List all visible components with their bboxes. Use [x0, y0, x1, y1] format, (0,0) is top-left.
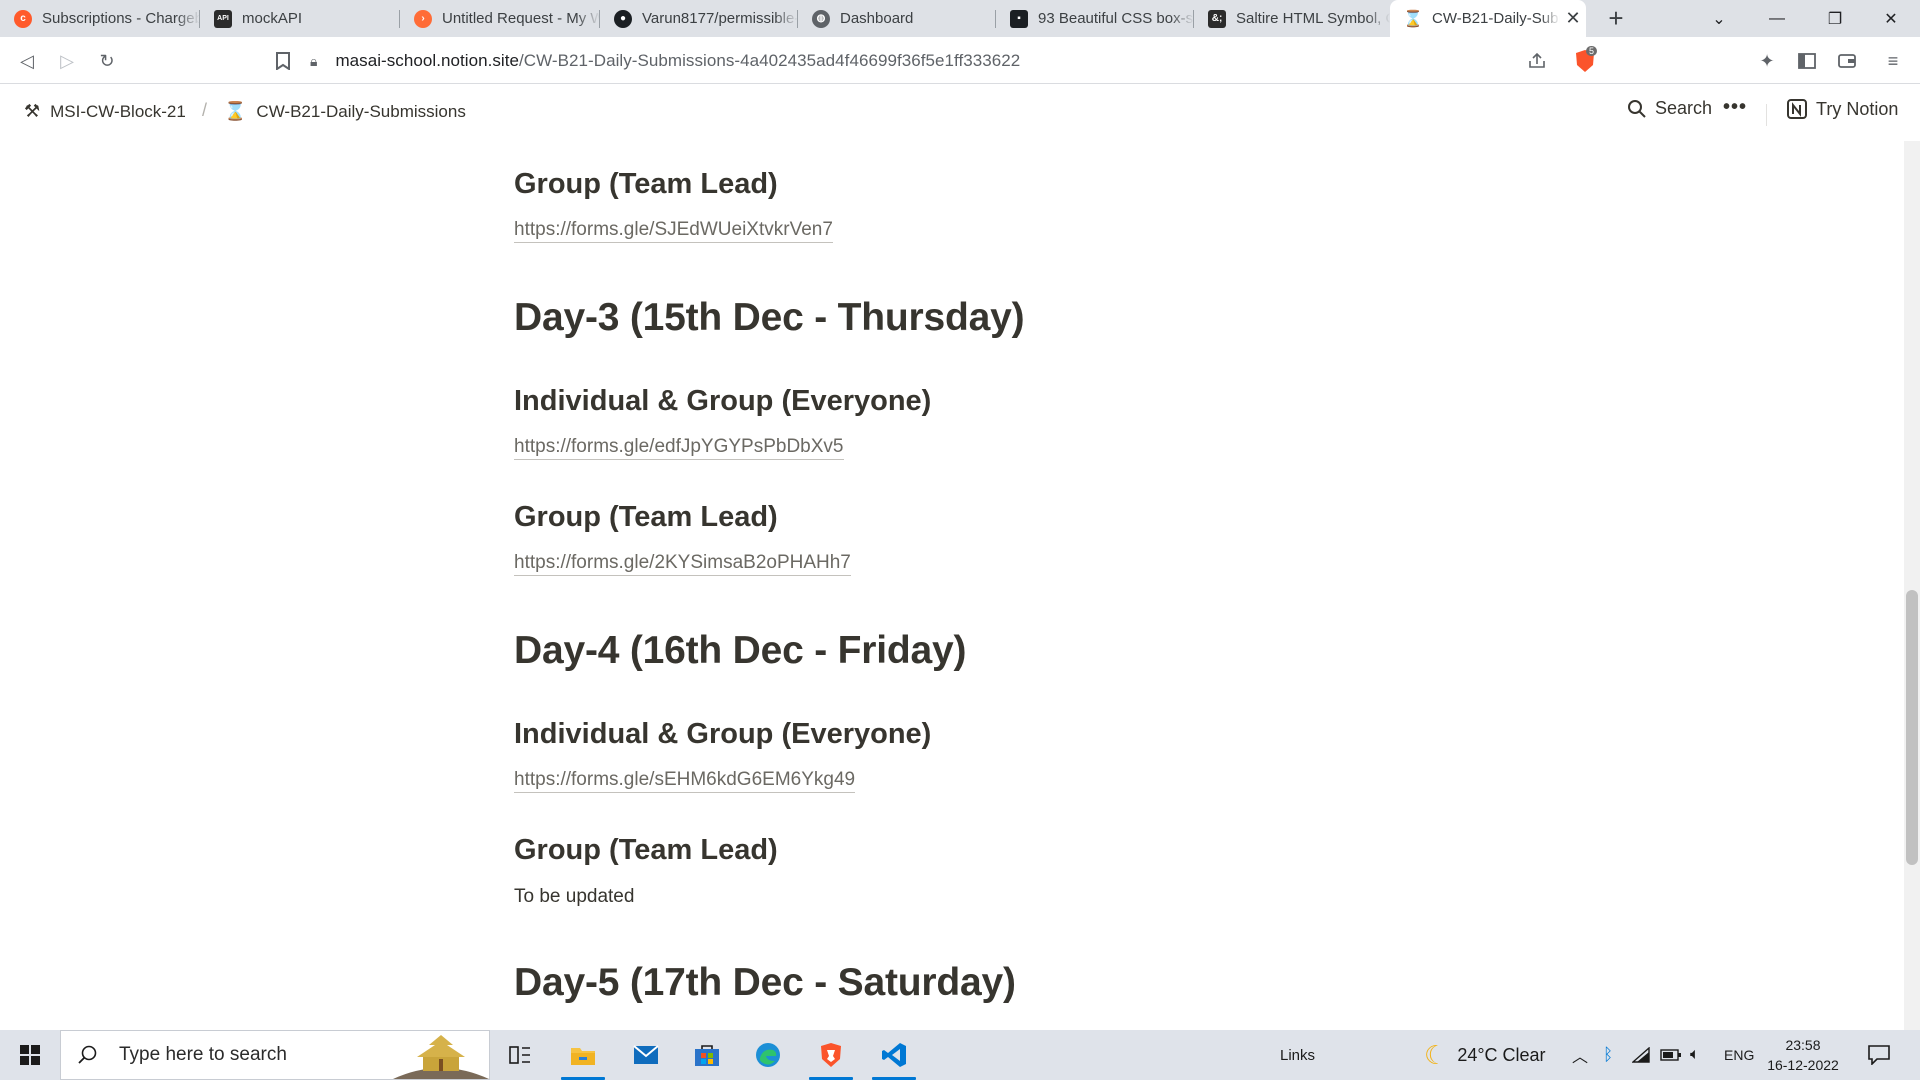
breadcrumb-separator: /	[202, 100, 208, 120]
tab-search-chevron-icon[interactable]: ⌄	[1690, 0, 1748, 37]
mockapi-icon: API	[214, 9, 232, 28]
brave-shields-icon[interactable]: 5	[1570, 46, 1600, 76]
browser-tab[interactable]: › Untitled Request - My Workspace	[400, 0, 600, 37]
status-text: To be updated	[514, 886, 635, 907]
browser-tab-strip: c Subscriptions - Chargebee API mockAPI …	[0, 0, 1920, 37]
browser-tab[interactable]: c Subscriptions - Chargebee	[0, 0, 200, 37]
brave-browser-icon[interactable]	[801, 1030, 861, 1080]
form-link[interactable]: https://forms.gle/edfJpYGYPsPbDbXv5	[514, 436, 844, 460]
breadcrumb-item-workspace[interactable]: ⚒ MSI-CW-Block-21	[24, 101, 186, 122]
notifications-icon[interactable]	[1868, 1030, 1890, 1080]
github-icon: ●	[614, 9, 632, 28]
search-icon	[78, 1045, 97, 1064]
microsoft-store-icon[interactable]	[677, 1030, 737, 1080]
postman-icon: ›	[414, 9, 432, 28]
minimize-icon[interactable]: —	[1748, 0, 1806, 37]
globe-icon: ◍	[812, 9, 830, 28]
wallet-icon[interactable]	[1832, 46, 1862, 76]
back-icon[interactable]: ◁	[12, 46, 42, 76]
browser-tab[interactable]: ● Varun8177/permissible-cook	[600, 0, 798, 37]
restore-icon[interactable]: ❐	[1806, 0, 1864, 37]
sidebar-icon[interactable]	[1792, 46, 1822, 76]
topbar-divider	[1766, 104, 1767, 126]
mail-icon[interactable]	[616, 1030, 676, 1080]
tab-close-icon[interactable]: ✕	[1560, 8, 1586, 29]
heading-day-3: Day-3 (15th Dec - Thursday)	[514, 296, 1025, 339]
try-notion-button[interactable]: Try Notion	[1786, 98, 1898, 120]
browser-tab[interactable]: &; Saltire HTML Symbol, Character	[1194, 0, 1390, 37]
browser-tab[interactable]: ◍ Dashboard	[798, 0, 996, 37]
volume-icon[interactable]: 🔈︎	[1690, 1030, 1700, 1080]
search-highlight-temple-icon	[393, 1035, 489, 1079]
battery-icon[interactable]	[1660, 1030, 1682, 1080]
notion-topbar: ⚒ MSI-CW-Block-21 / ⌛ CW-B21-Daily-Submi…	[0, 84, 1920, 141]
heading-day-5: Day-5 (17th Dec - Saturday)	[514, 961, 1016, 1004]
browser-tab[interactable]: ▪ 93 Beautiful CSS box-shadow	[996, 0, 1194, 37]
notion-page-content: Group (Team Lead) https://forms.gle/SJEd…	[0, 141, 1904, 1030]
lock-icon: 🔒︎	[310, 52, 318, 69]
notion-logo-icon	[1787, 99, 1807, 119]
url-text: masai-school.notion.site/CW-B21-Daily-Su…	[335, 51, 1021, 70]
new-tab-button[interactable]: +	[1600, 3, 1632, 34]
extensions-icon[interactable]: ✦	[1752, 46, 1782, 76]
window-close-icon[interactable]: ✕	[1862, 0, 1920, 37]
hammer-pick-icon: ⚒	[24, 101, 41, 121]
heading-group-team-lead: Group (Team Lead)	[514, 501, 778, 533]
windows-taskbar: Type here to search Links ☾ 24°C Clear ︿…	[0, 1030, 1920, 1080]
page-scrollbar-thumb[interactable]	[1906, 590, 1918, 865]
brave-badge: 5	[1586, 46, 1598, 56]
bookmark-icon[interactable]	[268, 46, 298, 76]
address-bar[interactable]: 🔒︎ masai-school.notion.site/CW-B21-Daily…	[310, 43, 1600, 79]
page-scrollbar-track	[1904, 141, 1920, 1030]
form-link[interactable]: https://forms.gle/2KYSimsaB2oPHAHh7	[514, 552, 851, 576]
edge-browser-icon[interactable]	[738, 1030, 798, 1080]
moon-icon: ☾	[1424, 1039, 1448, 1070]
form-link[interactable]: https://forms.gle/sEHM6kdG6EM6Ykg49	[514, 769, 856, 793]
heading-group-team-lead: Group (Team Lead)	[514, 168, 778, 200]
heading-individual-group: Individual & Group (Everyone)	[514, 718, 932, 750]
wifi-icon[interactable]	[1632, 1030, 1650, 1080]
file-explorer-icon[interactable]	[553, 1030, 613, 1080]
forward-icon[interactable]: ▷	[52, 46, 82, 76]
search-button[interactable]: Search	[1627, 98, 1712, 119]
show-hidden-icons-chevron-icon[interactable]: ︿	[1572, 1030, 1588, 1080]
language-indicator[interactable]: ENG	[1724, 1030, 1754, 1080]
heading-day-4: Day-4 (16th Dec - Friday)	[514, 629, 967, 672]
reload-icon[interactable]: ↻	[92, 46, 122, 76]
weather-widget[interactable]: ☾ 24°C Clear	[1424, 1030, 1546, 1080]
windows-logo-icon	[20, 1045, 40, 1065]
links-toolbar[interactable]: Links	[1280, 1030, 1315, 1080]
heading-individual-group: Individual & Group (Everyone)	[514, 385, 932, 417]
browser-tab-active[interactable]: ⌛ CW-B21-Daily-Submissions ✕	[1390, 0, 1586, 37]
vscode-icon[interactable]	[864, 1030, 924, 1080]
start-button[interactable]	[0, 1030, 60, 1080]
heading-group-team-lead: Group (Team Lead)	[514, 834, 778, 866]
form-link[interactable]: https://forms.gle/SJEdWUeiXtvkrVen7	[514, 219, 833, 243]
menu-icon[interactable]: ≡	[1878, 46, 1908, 76]
chargebee-icon: c	[14, 9, 32, 28]
search-icon	[1628, 99, 1646, 118]
share-icon[interactable]	[1522, 46, 1552, 76]
system-clock[interactable]: 23:58 16-12-2022	[1762, 1035, 1844, 1075]
toptal-icon: &;	[1208, 9, 1226, 28]
breadcrumb-item-page[interactable]: ⌛ CW-B21-Daily-Submissions	[224, 101, 466, 122]
browser-tab[interactable]: API mockAPI	[200, 0, 400, 37]
hourglass-icon: ⌛	[1403, 10, 1423, 28]
getcssscan-icon: ▪	[1010, 9, 1028, 28]
task-view-icon[interactable]	[490, 1030, 550, 1080]
taskbar-search-box[interactable]: Type here to search	[60, 1030, 490, 1080]
hourglass-icon: ⌛	[224, 101, 247, 121]
more-options-button[interactable]: •••	[1723, 96, 1747, 119]
browser-toolbar: ◁ ▷ ↻ 🔒︎ masai-school.notion.site/CW-B21…	[0, 37, 1920, 84]
bluetooth-icon[interactable]: ᛒ	[1603, 1030, 1613, 1080]
